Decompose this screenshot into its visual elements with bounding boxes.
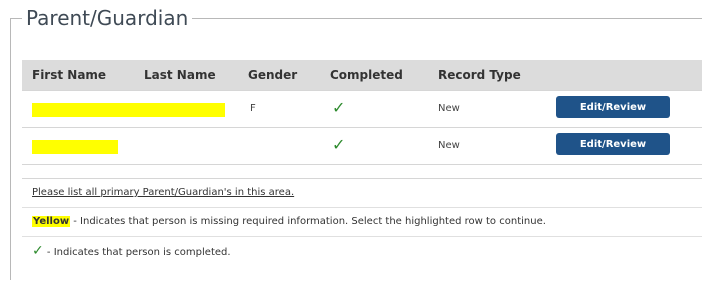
- record-type-cell: New: [438, 140, 460, 151]
- header-record-type: Record Type: [438, 68, 521, 82]
- check-icon: ✓: [332, 135, 346, 154]
- yellow-note: Yellow - Indicates that person is missin…: [22, 208, 702, 237]
- header-gender: Gender: [248, 68, 298, 82]
- instruction-note: Please list all primary Parent/Guardian'…: [22, 179, 702, 208]
- gender-cell: F: [250, 103, 256, 114]
- missing-info-highlight[interactable]: [32, 140, 118, 154]
- instruction-link[interactable]: Please list all primary Parent/Guardian'…: [32, 187, 294, 198]
- header-completed: Completed: [330, 68, 403, 82]
- check-note: ✓ - Indicates that person is completed.: [22, 237, 702, 265]
- yellow-label: Yellow: [32, 216, 71, 227]
- table-row[interactable]: F ✓ New Edit/Review: [22, 90, 702, 128]
- header-last-name: Last Name: [144, 68, 216, 82]
- check-icon: ✓: [332, 98, 346, 117]
- missing-info-highlight[interactable]: [32, 103, 225, 117]
- parent-guardian-grid: First Name Last Name Gender Completed Re…: [22, 60, 702, 165]
- grid-header: First Name Last Name Gender Completed Re…: [22, 60, 702, 90]
- check-icon: ✓: [32, 243, 44, 259]
- edit-review-button[interactable]: Edit/Review: [556, 96, 670, 118]
- check-description: - Indicates that person is completed.: [43, 247, 231, 258]
- yellow-description: - Indicates that person is missing requi…: [70, 216, 546, 227]
- table-row[interactable]: ✓ New Edit/Review: [22, 128, 702, 165]
- fieldset-legend: Parent/Guardian: [22, 6, 193, 30]
- legend-notes: Please list all primary Parent/Guardian'…: [22, 178, 702, 265]
- header-first-name: First Name: [32, 68, 107, 82]
- record-type-cell: New: [438, 103, 460, 114]
- edit-review-button[interactable]: Edit/Review: [556, 133, 670, 155]
